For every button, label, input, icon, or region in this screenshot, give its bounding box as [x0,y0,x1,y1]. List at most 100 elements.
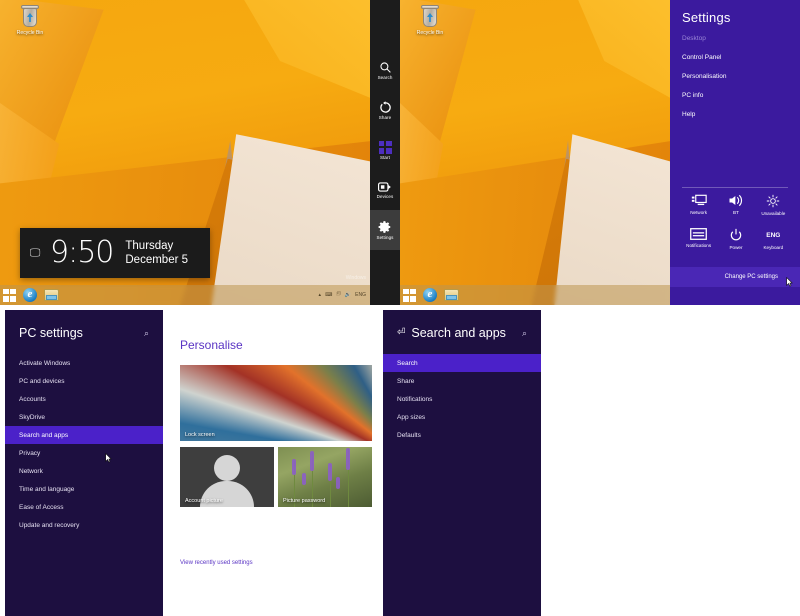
search-and-apps-header: ⏎ Search and apps ⌕ [383,310,541,340]
subnav-item-notifications[interactable]: Notifications [383,390,541,408]
quick-keyboard[interactable]: ENG Keyboard [755,228,792,251]
change-pc-settings-button[interactable]: Change PC settings [670,267,800,287]
flyout-link-pc-info[interactable]: PC info [682,92,788,99]
flyout-quick-actions[interactable]: Network BT Unavailable Notifications Pow… [680,194,792,250]
charm-search[interactable]: Search [370,50,400,90]
nav-item-accounts[interactable]: Accounts [5,390,163,408]
nav-item-activate-windows[interactable]: Activate Windows [5,354,163,372]
quick-brightness-label: Unavailable [761,211,786,216]
internet-explorer-icon[interactable] [23,288,37,302]
share-icon [379,100,391,113]
search-and-apps-title: Search and apps [411,326,506,340]
charm-devices[interactable]: Devices [370,170,400,210]
taskbar-left[interactable]: ▴⌨🗊🔊 ENG [0,285,370,305]
tile-account-picture[interactable]: Account picture [180,447,274,507]
tile-lock-screen-label: Lock screen [185,432,215,438]
clock-time: 9:50 [50,235,114,270]
quick-brightness[interactable]: Unavailable [755,194,792,216]
windows-logo-icon [378,140,392,154]
search-and-apps-list[interactable]: Search Share Notifications App sizes Def… [383,354,541,444]
clock-weekday: Thursday [125,239,174,252]
search-icon[interactable]: ⌕ [144,328,149,339]
charm-share-label: Share [378,114,392,120]
power-icon [730,228,742,241]
search-icon [379,61,391,73]
search-icon[interactable]: ⌕ [522,328,527,339]
nav-item-update-and-recovery[interactable]: Update and recovery [5,516,163,534]
flyout-title: Settings [682,10,731,25]
search-settings-content: Search history Clear search history Clea… [546,610,800,616]
recycle-bin-label: Recycle Bin [416,30,444,36]
start-button[interactable] [403,288,416,302]
personalise-panel: Personalise Lock screen Account picture [168,310,378,616]
file-explorer-icon[interactable] [444,289,459,301]
recycle-bin-icon[interactable]: Recycle Bin [406,4,454,36]
internet-explorer-icon[interactable] [423,288,437,302]
volume-icon [729,194,743,207]
subnav-item-defaults[interactable]: Defaults [383,426,541,444]
file-explorer-icon[interactable] [44,289,59,301]
nav-item-network[interactable]: Network [5,462,163,480]
keyboard-icon: ENG [766,231,781,239]
screenshot-root: Recycle Bin Windows ▴⌨🗊🔊 ENG 🖵 9:50 Thur… [0,0,800,616]
avatar [214,455,240,481]
taskbar-right[interactable] [400,285,670,305]
clock-datetext: December 5 [125,254,189,266]
personalise-title: Personalise [180,338,243,352]
start-button[interactable] [3,288,16,302]
nav-item-pc-and-devices[interactable]: PC and devices [5,372,163,390]
tile-picture-password[interactable]: Picture password [278,447,372,507]
pc-settings-list[interactable]: Activate Windows PC and devices Accounts… [5,354,163,534]
nav-item-time-and-language[interactable]: Time and language [5,480,163,498]
pc-settings-header: PC settings ⌕ [5,310,163,340]
brightness-icon [767,194,780,208]
charm-start-label: Start [379,154,390,160]
recycle-bin-icon[interactable]: Recycle Bin [6,4,54,36]
search-and-apps-nav[interactable]: ⏎ Search and apps ⌕ Search Share Notific… [383,310,541,616]
back-arrow-icon[interactable]: ⏎ [397,328,405,338]
notifications-icon [690,228,708,240]
desktop-left: Recycle Bin Windows ▴⌨🗊🔊 ENG 🖵 9:50 Thur… [0,0,370,305]
nav-item-skydrive[interactable]: SkyDrive [5,408,163,426]
subnav-item-app-sizes[interactable]: App sizes [383,408,541,426]
quick-notifications[interactable]: Notifications [680,228,717,250]
devices-icon [378,182,391,192]
flyout-link-control-panel[interactable]: Control Panel [682,54,788,61]
change-pc-settings-label: Change PC settings [724,274,778,280]
quick-network[interactable]: Network [680,194,717,216]
nav-item-privacy[interactable]: Privacy [5,444,163,462]
flyout-link-help[interactable]: Help [682,111,788,118]
pc-settings-app: PC settings ⌕ Activate Windows PC and de… [0,305,800,616]
quick-keyboard-label: Keyboard [763,245,784,250]
gear-icon [378,221,391,233]
charm-settings[interactable]: Settings [370,210,400,250]
nav-item-search-and-apps[interactable]: Search and apps [5,426,163,444]
clock-tile: 🖵 9:50 Thursday December 5 [20,228,210,278]
view-recently-used-settings-link[interactable]: View recently used settings [180,560,253,566]
recycle-bin-label: Recycle Bin [16,30,44,36]
network-icon [691,194,707,206]
pc-settings-title: PC settings [19,326,83,340]
pc-settings-nav[interactable]: PC settings ⌕ Activate Windows PC and de… [5,310,163,616]
tile-picture-password-label: Picture password [283,498,326,504]
charms-bar[interactable]: Search Share Start Devices Settings [370,0,400,305]
flyout-divider [682,187,788,188]
tray-language: ENG [355,292,366,298]
quick-network-label: Network [690,210,708,215]
tile-lock-screen[interactable]: Lock screen [180,365,372,441]
quick-volume[interactable]: BT [717,194,754,216]
subnav-item-search[interactable]: Search [383,354,541,372]
wallpaper-right [400,0,670,305]
clock-date: Thursday December 5 [125,239,188,268]
settings-flyout[interactable]: Settings Desktop Control Panel Personali… [670,0,800,305]
system-tray[interactable]: ▴ ⌨ 🗊 🔊 ENG [319,291,370,299]
flyout-link-personalisation[interactable]: Personalisation [682,73,788,80]
charm-share[interactable]: Share [370,90,400,130]
charm-settings-label: Settings [376,235,394,240]
nav-item-ease-of-access[interactable]: Ease of Access [5,498,163,516]
subnav-item-share[interactable]: Share [383,372,541,390]
flyout-link-desktop[interactable]: Desktop [682,35,788,42]
charm-start[interactable]: Start [370,130,400,170]
quick-power-label: Power [729,245,743,250]
quick-power[interactable]: Power [717,228,754,250]
